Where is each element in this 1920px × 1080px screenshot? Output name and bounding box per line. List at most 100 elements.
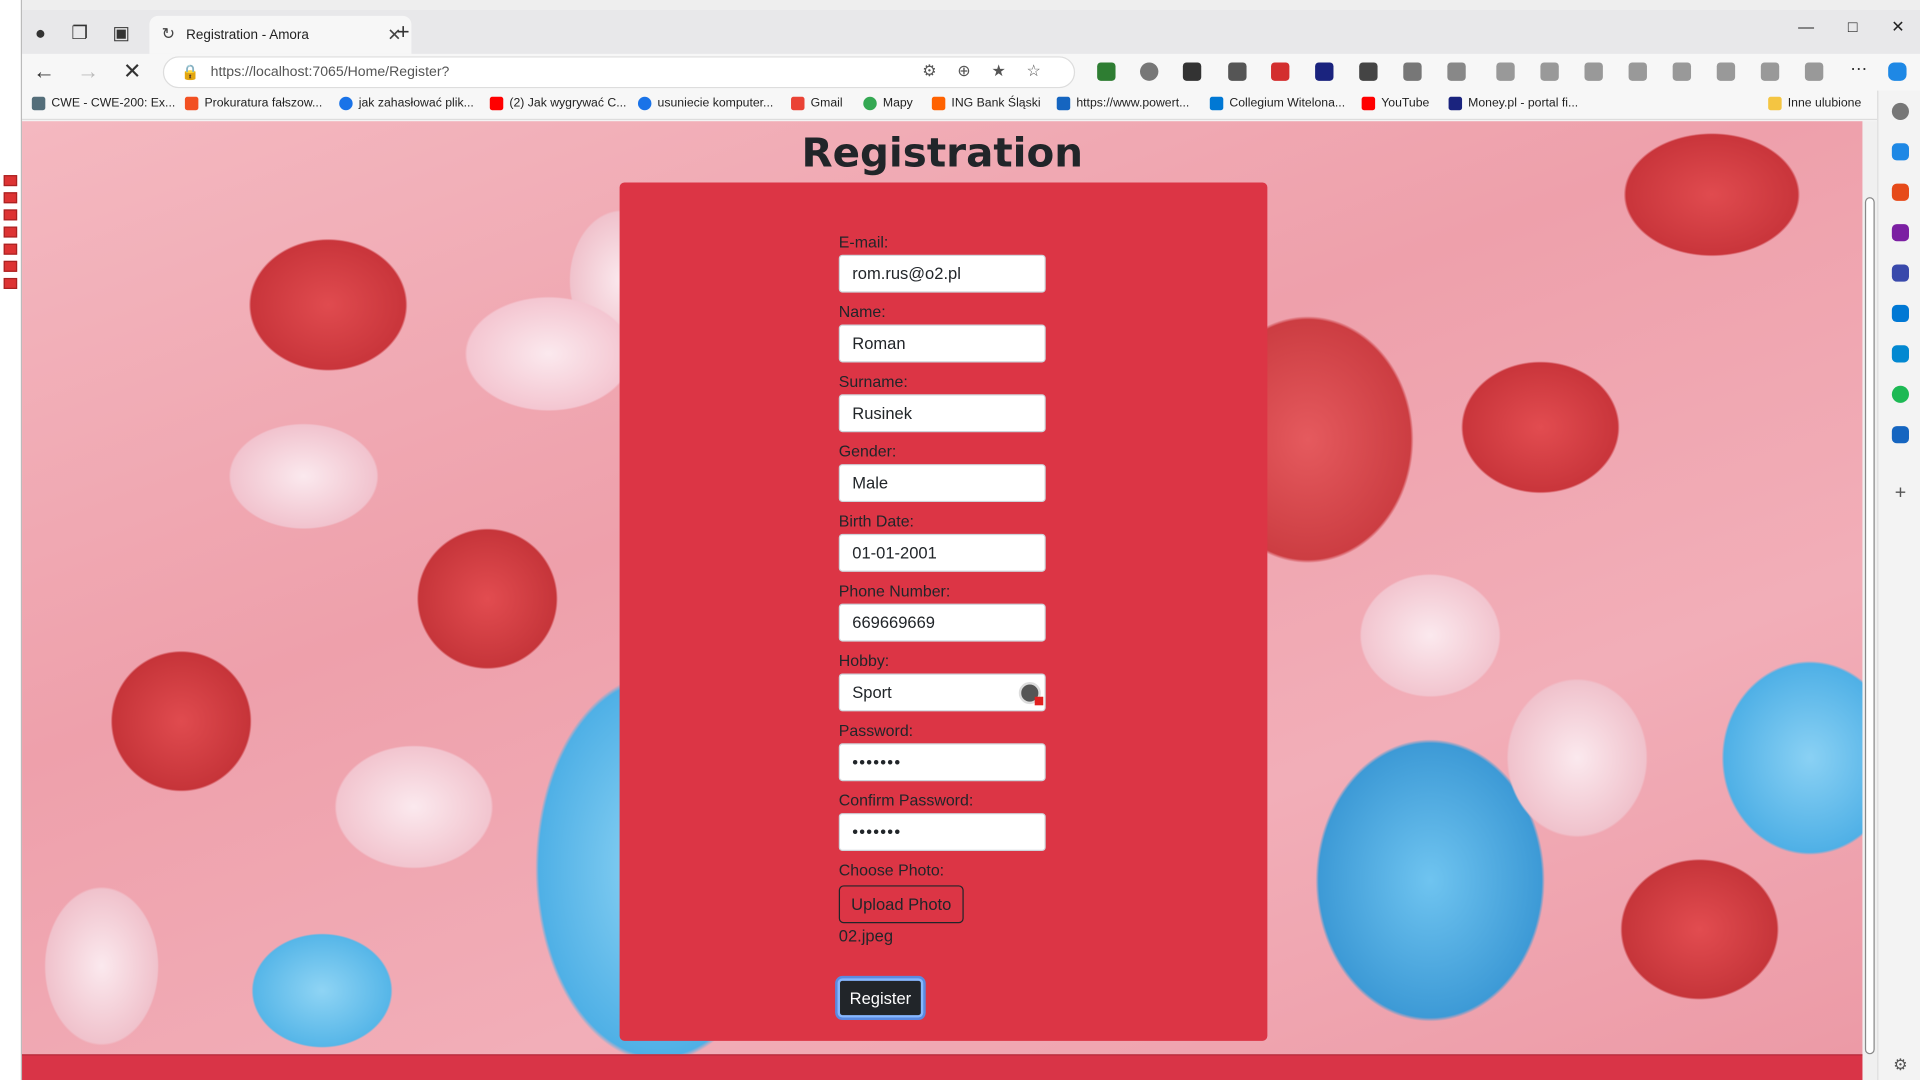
bookmark-item[interactable]: usuniecie komputer... [637, 96, 773, 111]
upload-photo-button[interactable]: Upload Photo [838, 885, 964, 924]
register-button[interactable]: Register [837, 978, 924, 1018]
page-title: Registration [801, 128, 1084, 177]
pdf-icon [3, 192, 18, 204]
password-manager-icon[interactable] [1018, 682, 1044, 706]
forward-icon[interactable]: → [73, 59, 102, 85]
extensions-icon[interactable] [1447, 62, 1466, 81]
email-label: E-mail: [838, 232, 889, 252]
gender-field[interactable]: Male [838, 464, 1046, 503]
workspaces-icon[interactable]: ❐ [66, 20, 93, 47]
bookmark-item[interactable]: Gmail [791, 96, 843, 111]
pdf-icon [3, 277, 18, 289]
password-field[interactable]: ••••••• [838, 743, 1046, 782]
birth-date-field[interactable]: 01-01-2001 [838, 533, 1046, 572]
phone-field[interactable]: 669669669 [838, 603, 1046, 642]
password-label: Password: [838, 721, 914, 740]
history-icon[interactable] [1628, 62, 1647, 81]
sidebar-app-icon[interactable] [1891, 143, 1909, 161]
pdf-icon [3, 226, 18, 238]
loading-icon: ↻ [161, 24, 175, 43]
bookmark-item[interactable]: Money.pl - portal fi... [1448, 96, 1578, 111]
maximize-icon[interactable]: □ [1839, 17, 1866, 35]
bookmark-item[interactable]: jak zahasłować plik... [339, 96, 474, 111]
bookmark-item[interactable]: Mapy [863, 96, 913, 111]
birth-date-label: Birth Date: [838, 511, 914, 531]
sidebar-app-icon[interactable] [1891, 426, 1909, 444]
navigation-bar: ← → ✕ 🔒 https://localhost:7065/Home/Regi… [22, 53, 1920, 91]
settings-icon[interactable]: ⚙ [1892, 1056, 1909, 1074]
bookmark-item[interactable]: Collegium Witelona... [1209, 96, 1345, 111]
add-icon[interactable]: + [1892, 483, 1909, 503]
tab-title: Registration - Amora [186, 27, 309, 43]
page-scrollbar[interactable] [1862, 121, 1878, 1080]
outlook-icon[interactable] [1891, 304, 1909, 323]
pdf-icon [3, 243, 18, 255]
stop-loading-icon[interactable]: ✕ [118, 59, 147, 85]
address-bar[interactable]: 🔒 https://localhost:7065/Home/Register? … [162, 56, 1076, 89]
bookmark-item[interactable]: ING Bank Śląski [931, 96, 1041, 111]
bookmark-item[interactable]: https://www.powert... [1056, 96, 1189, 111]
selected-file-name: 02.jpeg [838, 926, 894, 946]
collections-icon[interactable] [1584, 62, 1603, 81]
sidebar-app-icon[interactable] [1891, 264, 1909, 282]
footer-band [22, 1054, 1863, 1080]
extension-icon[interactable] [1359, 62, 1378, 81]
extension-icon[interactable] [1271, 62, 1290, 81]
favorites-icon[interactable] [1540, 62, 1559, 81]
window-title-strip [22, 0, 1920, 10]
url-text: https://localhost:7065/Home/Register? [210, 64, 450, 80]
page-content: Registration E-mail: rom.rus@o2.pl Name:… [22, 121, 1863, 1055]
bookmarks-bar: CWE - CWE-200: Ex... Prokuratura fałszow… [22, 90, 1878, 121]
tools-icon[interactable] [1891, 183, 1909, 201]
extension-icon[interactable] [1140, 62, 1159, 81]
surname-field[interactable]: Rusinek [838, 394, 1046, 433]
back-icon[interactable]: ← [29, 59, 58, 85]
hobby-value: Sport [852, 683, 892, 702]
name-field[interactable]: Roman [838, 324, 1046, 363]
bookmark-item[interactable]: CWE - CWE-200: Ex... [31, 96, 175, 111]
minimize-icon[interactable]: — [1793, 17, 1820, 35]
email-field[interactable]: rom.rus@o2.pl [838, 254, 1046, 293]
telegram-icon[interactable] [1891, 345, 1909, 363]
confirm-password-field[interactable]: ••••••• [838, 813, 1046, 852]
other-bookmarks-folder[interactable]: Inne ulubione [1768, 96, 1861, 111]
profile-icon[interactable]: ● [27, 20, 54, 47]
new-tab-button[interactable]: + [397, 20, 410, 46]
bookmark-item[interactable]: (2) Jak wygrywać C... [489, 96, 626, 111]
spotify-icon[interactable] [1891, 385, 1909, 403]
printer-extension-icon[interactable] [1097, 62, 1116, 81]
extension-icon[interactable] [1403, 62, 1422, 81]
phone-label: Phone Number: [838, 581, 951, 601]
shield-icon[interactable] [1228, 62, 1247, 81]
pdf-icon [3, 260, 18, 272]
close-window-icon[interactable]: ✕ [1885, 17, 1912, 37]
registration-form: E-mail: rom.rus@o2.pl Name: Roman Surnam… [619, 182, 1268, 1041]
hobby-label: Hobby: [838, 651, 890, 670]
scrollbar-thumb[interactable] [1864, 197, 1875, 1055]
games-icon[interactable] [1891, 224, 1909, 242]
download-icon[interactable] [1672, 62, 1692, 81]
tab-registration[interactable]: ↻ Registration - Amora ✕ [149, 15, 412, 54]
tab-actions-icon[interactable]: ▣ [108, 20, 135, 47]
extension-icon[interactable] [1182, 62, 1202, 81]
share-icon[interactable] [1804, 62, 1824, 81]
performance-icon[interactable] [1716, 62, 1736, 81]
choose-photo-label: Choose Photo: [838, 860, 945, 880]
more-icon[interactable]: ⋯ [1844, 59, 1873, 80]
bookmark-item[interactable]: Prokuratura fałszow... [184, 96, 322, 111]
confirm-password-label: Confirm Password: [838, 791, 974, 810]
hobby-field[interactable]: Sport [838, 673, 1046, 712]
extension-icon[interactable] [1315, 62, 1334, 81]
pdf-icon [3, 209, 18, 221]
screenshot-icon[interactable] [1760, 62, 1780, 81]
search-icon[interactable] [1891, 102, 1909, 121]
background-window-strip [0, 0, 23, 1080]
split-screen-icon[interactable] [1496, 62, 1515, 81]
address-bar-actions[interactable]: ⚙⊕★☆ [922, 61, 1061, 81]
tab-bar: ● ❐ ▣ ↻ Registration - Amora ✕ + — □ ✕ [22, 9, 1920, 54]
copilot-icon[interactable] [1888, 62, 1907, 81]
pdf-icon [3, 175, 18, 187]
bookmark-item[interactable]: YouTube [1361, 96, 1429, 111]
name-label: Name: [838, 302, 886, 321]
lock-icon: 🔒 [181, 63, 200, 81]
